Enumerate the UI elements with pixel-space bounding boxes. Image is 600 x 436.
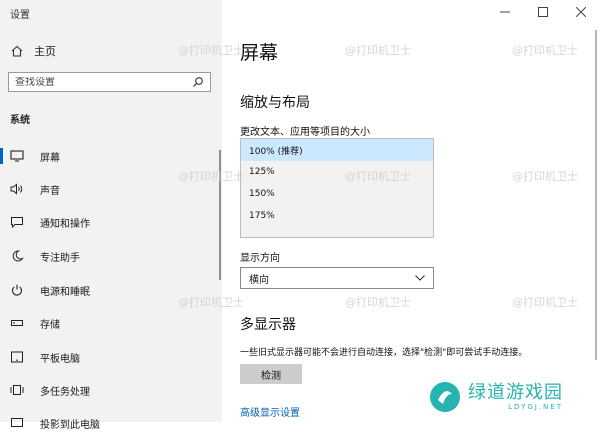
- search-box[interactable]: [8, 72, 211, 92]
- sidebar-item-storage[interactable]: 存储: [0, 310, 216, 336]
- sidebar-item-display[interactable]: 屏幕: [0, 143, 216, 169]
- tablet-icon: [8, 351, 26, 363]
- close-icon: [576, 7, 586, 17]
- multitask-icon: [8, 384, 26, 396]
- home-nav-item[interactable]: 主页: [8, 42, 56, 60]
- sidebar-item-sound[interactable]: 声音: [0, 176, 216, 202]
- page-title: 屏幕: [240, 42, 279, 64]
- scale-option[interactable]: 125%: [241, 161, 433, 183]
- multi-display-title: 多显示器: [240, 317, 296, 333]
- sidebar-item-label: 投影到此电脑: [40, 419, 100, 431]
- project-icon: [8, 417, 26, 429]
- sidebar-item-notifications[interactable]: 通知和操作: [0, 209, 216, 235]
- content-scrollbar[interactable]: [595, 30, 597, 360]
- sidebar-item-label: 多任务处理: [40, 386, 90, 398]
- sidebar-item-tablet[interactable]: 平板电脑: [0, 344, 216, 370]
- sidebar-item-label: 通知和操作: [40, 218, 90, 230]
- sidebar-item-label: 平板电脑: [40, 353, 80, 365]
- logo-subtext: LDYGJ.NET: [508, 403, 563, 411]
- content-pane: 屏幕 缩放与布局 更改文本、应用等项目的大小 100% (推荐) 125% 15…: [222, 0, 600, 422]
- sidebar-item-project[interactable]: 投影到此电脑: [0, 410, 216, 436]
- sidebar-item-label: 存储: [40, 319, 60, 331]
- site-logo: 绿道游戏园 LDYGJ.NET: [428, 380, 568, 414]
- chevron-down-icon: [415, 275, 425, 281]
- maximize-button[interactable]: [524, 0, 562, 24]
- search-icon[interactable]: [192, 76, 204, 88]
- nav-scrollbar[interactable]: [219, 150, 221, 280]
- sidebar-item-label: 电源和睡眠: [40, 286, 90, 298]
- home-icon: [8, 45, 26, 57]
- sidebar-item-power[interactable]: 电源和睡眠: [0, 277, 216, 303]
- orientation-value: 横向: [249, 274, 269, 286]
- advanced-display-link[interactable]: 高级显示设置: [240, 404, 300, 419]
- scale-option[interactable]: 100% (推荐): [241, 139, 433, 161]
- minimize-icon: [500, 11, 510, 13]
- logo-text-block: 绿道游戏园 LDYGJ.NET: [468, 382, 563, 412]
- power-icon: [8, 284, 26, 296]
- maximize-icon: [538, 7, 548, 17]
- storage-icon: [8, 317, 26, 329]
- window-controls: [486, 0, 600, 24]
- logo-text: 绿道游戏园: [468, 382, 563, 403]
- orientation-label: 显示方向: [240, 253, 280, 264]
- notification-icon: [8, 216, 26, 228]
- scale-option[interactable]: 150%: [241, 183, 433, 205]
- scale-option[interactable]: 175%: [241, 205, 433, 227]
- monitor-icon: [8, 150, 26, 162]
- detect-button[interactable]: 检测: [240, 364, 302, 384]
- section-label: 系统: [10, 115, 30, 126]
- sidebar-item-multitasking[interactable]: 多任务处理: [0, 377, 216, 403]
- minimize-button[interactable]: [486, 0, 524, 24]
- sidebar-item-label: 专注助手: [40, 252, 80, 264]
- home-label: 主页: [34, 45, 56, 58]
- sidebar-item-label: 屏幕: [40, 152, 60, 164]
- search-input[interactable]: [15, 76, 192, 88]
- scale-dropdown-list[interactable]: 100% (推荐) 125% 150% 175%: [240, 138, 434, 238]
- moon-icon: [8, 250, 26, 262]
- sidebar-item-label: 声音: [40, 185, 60, 197]
- multi-display-desc: 一些旧式显示器可能不会进行自动连接，选择"检测"即可尝试手动连接。: [240, 348, 528, 358]
- scale-section-title: 缩放与布局: [240, 95, 310, 111]
- speaker-icon: [8, 183, 26, 195]
- orientation-select[interactable]: 横向: [240, 267, 434, 289]
- close-button[interactable]: [562, 0, 600, 24]
- sidebar-item-focus-assist[interactable]: 专注助手: [0, 243, 216, 269]
- logo-mark-icon: [430, 382, 460, 412]
- window-title: 设置: [10, 10, 30, 21]
- nav-pane: 设置 主页 系统 屏幕 声音 通知和操作 专注助手: [0, 0, 222, 431]
- scale-label: 更改文本、应用等项目的大小: [240, 127, 370, 138]
